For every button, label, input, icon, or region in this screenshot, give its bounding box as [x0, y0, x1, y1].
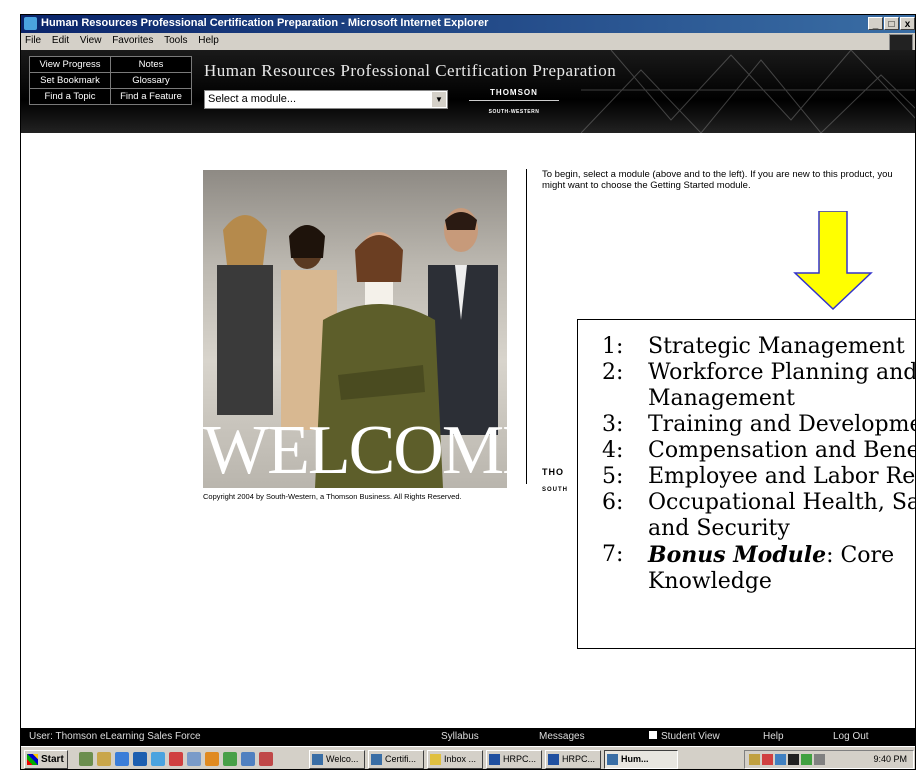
tray-app-icon[interactable] [762, 754, 773, 765]
tray-app-icon[interactable] [788, 754, 799, 765]
view-progress-button[interactable]: View Progress [29, 56, 111, 73]
module-list-box: 1: Strategic Management 2: Workforce Plann… [577, 319, 916, 649]
module-item-2: 2: Workforce Planning and Management [602, 360, 916, 411]
clock: 9:40 PM [873, 754, 907, 764]
header-decoration [581, 50, 915, 133]
module-item-4: 4:Compensation and Benefits [602, 438, 916, 463]
messages-link[interactable]: Messages [539, 731, 585, 742]
find-feature-button[interactable]: Find a Feature [110, 88, 192, 105]
window-controls: _ □ x [867, 17, 915, 31]
module-item-7: 7: Bonus Module: Core Knowledge [602, 542, 895, 594]
windows-flag-icon [27, 754, 38, 765]
module-item-5: 5:Employee and Labor Relations [602, 464, 916, 489]
task-button-hrpc-2[interactable]: HRPC... [545, 750, 601, 769]
ie-icon [24, 17, 37, 30]
start-button[interactable]: Start [24, 750, 68, 769]
find-topic-button[interactable]: Find a Topic [29, 88, 111, 105]
minimize-button[interactable]: _ [868, 17, 883, 30]
module-item-1: 1: Strategic Management [602, 334, 905, 359]
app-header: View Progress Notes Set Bookmark Glossar… [21, 50, 915, 133]
ie-icon [607, 754, 618, 765]
student-view-link[interactable]: Student View [649, 731, 720, 742]
menu-tools[interactable]: Tools [164, 35, 187, 46]
menu-favorites[interactable]: Favorites [112, 35, 153, 46]
module-select[interactable]: Select a module... ▼ [204, 90, 448, 109]
quicklaunch-icon[interactable] [79, 752, 93, 766]
notes-button[interactable]: Notes [110, 56, 192, 73]
tray-app-icon[interactable] [814, 754, 825, 765]
close-button[interactable]: x [900, 17, 915, 30]
intro-text: To begin, select a module (above and to … [542, 169, 893, 191]
quicklaunch-icon[interactable] [151, 752, 165, 766]
quicklaunch-icon[interactable] [205, 752, 219, 766]
brand-sub: SOUTH-WESTERN [488, 109, 540, 115]
quicklaunch-icon[interactable] [97, 752, 111, 766]
brand-name: THOMSON [490, 88, 538, 97]
task-button-human-resources[interactable]: Hum... [604, 750, 678, 769]
menu-bar: File Edit View Favorites Tools Help [21, 33, 915, 51]
maximize-button[interactable]: □ [884, 17, 899, 30]
set-bookmark-button[interactable]: Set Bookmark [29, 72, 111, 89]
menu-file[interactable]: File [25, 35, 41, 46]
ie-icon [312, 754, 323, 765]
task-button-inbox[interactable]: Inbox ... [427, 750, 483, 769]
window-title: Human Resources Professional Certificati… [41, 17, 489, 29]
glossary-button[interactable]: Glossary [110, 72, 192, 89]
welcome-image: WELCOME [203, 170, 507, 488]
quicklaunch-icon[interactable] [133, 752, 147, 766]
task-button-certification[interactable]: Certifi... [368, 750, 424, 769]
thomson-logo-small: THO SOUTH [542, 467, 568, 493]
user-label: User: Thomson eLearning Sales Force [29, 731, 201, 742]
module-item-3: 3: Training and Development [602, 412, 916, 437]
app-status-bar: User: Thomson eLearning Sales Force Syll… [21, 728, 915, 746]
ie-icon [371, 754, 382, 765]
quicklaunch-icon[interactable] [259, 752, 273, 766]
task-button-hrpc-1[interactable]: HRPC... [486, 750, 542, 769]
tray-icons [749, 754, 827, 767]
module-select-value: Select a module... [208, 93, 297, 105]
quicklaunch-icon[interactable] [241, 752, 255, 766]
windows-logo-icon [889, 34, 913, 51]
square-icon [649, 731, 657, 739]
word-icon [548, 754, 559, 765]
help-link[interactable]: Help [763, 731, 784, 742]
taskbar: Start Welco... Certifi... Inbox ... HRPC… [21, 746, 915, 769]
thomson-logo: THOMSON SOUTH-WESTERN [469, 88, 559, 115]
welcome-text: WELCOME [203, 412, 507, 488]
title-bar: Human Resources Professional Certificati… [21, 15, 915, 33]
tray-app-icon[interactable] [775, 754, 786, 765]
logo-text: THO [542, 467, 564, 477]
network-icon[interactable] [801, 754, 812, 765]
quicklaunch-icon[interactable] [169, 752, 183, 766]
menu-edit[interactable]: Edit [52, 35, 69, 46]
dropdown-arrow-icon[interactable]: ▼ [432, 92, 446, 107]
task-button-welcome[interactable]: Welco... [309, 750, 365, 769]
browser-window: Human Resources Professional Certificati… [20, 14, 916, 770]
system-tray: 9:40 PM [744, 750, 914, 769]
copyright-text: Copyright 2004 by South-Western, a Thoms… [203, 492, 462, 501]
menu-view[interactable]: View [80, 35, 102, 46]
menu-help[interactable]: Help [198, 35, 219, 46]
down-arrow-icon [793, 211, 873, 311]
word-icon [489, 754, 500, 765]
app-title: Human Resources Professional Certificati… [204, 61, 617, 80]
divider [526, 169, 527, 484]
speaker-icon[interactable] [749, 754, 760, 765]
quicklaunch-icon[interactable] [115, 752, 129, 766]
syllabus-link[interactable]: Syllabus [441, 731, 479, 742]
outlook-icon [430, 754, 441, 765]
quicklaunch-icon[interactable] [187, 752, 201, 766]
logo-sub: SOUTH [542, 487, 568, 493]
quick-launch [79, 752, 277, 768]
quicklaunch-icon[interactable] [223, 752, 237, 766]
module-item-6: 6:Occupational Health, Safetyand Securit… [602, 490, 915, 541]
module-list: 1: Strategic Management 2: Workforce Plann… [602, 334, 916, 595]
logout-link[interactable]: Log Out [833, 731, 869, 742]
